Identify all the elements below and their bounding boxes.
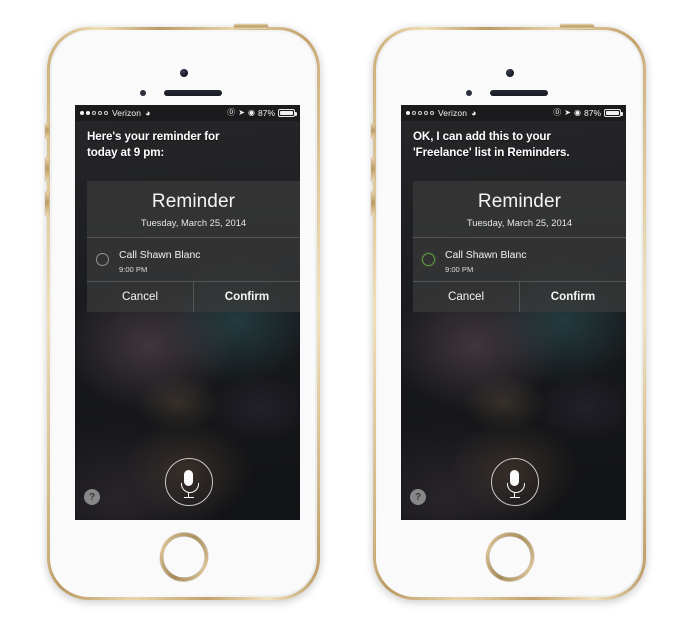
reminder-task-text: Call Shawn Blanc 9:00 PM [445,245,526,274]
reminder-card-title: Reminder [151,191,236,212]
volume-up-button[interactable] [371,157,375,182]
status-bar: Verizon ◕ ⓪ ➤ ◉ 87% [401,105,626,121]
reminder-task-row[interactable]: Call Shawn Blanc 9:00 PM [87,238,300,281]
alarm-clock-icon: ⓪ [227,108,236,117]
microphone-icon[interactable] [490,458,539,506]
earpiece-speaker [163,90,222,96]
status-bar-right-group: ⓪ ➤ ◉ 87% [227,108,297,118]
carrier-label: Verizon [112,108,142,118]
power-button[interactable] [560,24,594,29]
rotation-lock-icon: ◉ [248,108,255,117]
home-button[interactable] [159,533,208,581]
reminder-card-header: Reminder Tuesday, March 25, 2014 [413,181,626,237]
alarm-clock-icon: ⓪ [553,108,562,117]
siri-reply-text: Here's your reminder for today at 9 pm: [87,129,290,161]
confirm-button[interactable]: Confirm [519,281,626,312]
reminder-card: Reminder Tuesday, March 25, 2014 Call Sh… [413,181,626,312]
microphone-icon[interactable] [164,458,213,506]
help-button[interactable]: ? [84,489,100,505]
mute-switch-button[interactable] [45,123,49,139]
reminder-card-date: Tuesday, March 25, 2014 [140,216,247,228]
reminder-checkbox-icon[interactable] [96,252,109,266]
wifi-icon: ◕ [471,107,477,118]
signal-strength-dots-icon [406,111,434,115]
power-button[interactable] [234,24,268,29]
reminder-card-date: Tuesday, March 25, 2014 [466,216,573,228]
reminder-card-header: Reminder Tuesday, March 25, 2014 [87,181,300,237]
siri-reply-line-1: OK, I can add this to your [413,130,551,143]
battery-icon [604,109,623,117]
phone-screen-left[interactable]: Verizon ◕ ⓪ ➤ ◉ 87% Here's your reminder… [75,105,300,520]
reminder-card-title: Reminder [477,191,562,212]
volume-down-button[interactable] [45,191,49,216]
siri-reply-line-2: 'Freelance' list in Reminders. [413,145,570,159]
help-button[interactable]: ? [410,489,426,505]
battery-percent-label: 87% [583,108,601,118]
siri-reply-line-2: today at 9 pm: [87,145,165,159]
status-bar-right-group: ⓪ ➤ ◉ 87% [553,108,623,118]
reminder-task-name: Call Shawn Blanc [119,249,201,261]
rotation-lock-icon: ◉ [574,108,581,117]
reminder-task-name: Call Shawn Blanc [445,249,527,261]
signal-strength-dots-icon [80,111,108,115]
phone-screen-right[interactable]: Verizon ◕ ⓪ ➤ ◉ 87% OK, I can add this t… [401,105,626,520]
cancel-button[interactable]: Cancel [87,282,193,312]
reminder-task-row[interactable]: Call Shawn Blanc 9:00 PM [413,238,626,281]
reminder-card: Reminder Tuesday, March 25, 2014 Call Sh… [87,181,300,312]
phone-device-left: Verizon ◕ ⓪ ➤ ◉ 87% Here's your reminder… [45,24,320,600]
reminder-checkbox-icon[interactable] [422,252,435,266]
carrier-label: Verizon [438,108,468,118]
reminder-task-time: 9:00 PM [119,264,148,274]
location-arrow-icon: ➤ [564,108,571,117]
home-button[interactable] [485,533,534,581]
phone-device-right: Verizon ◕ ⓪ ➤ ◉ 87% OK, I can add this t… [371,24,646,600]
volume-up-button[interactable] [45,157,49,182]
siri-reply-text: OK, I can add this to your 'Freelance' l… [413,129,616,161]
siri-reply-line-1: Here's your reminder for [87,130,220,143]
front-camera-icon [505,69,514,77]
wifi-icon: ◕ [145,107,151,118]
reminder-card-actions: Cancel Confirm [413,281,626,312]
battery-percent-label: 87% [257,108,275,118]
screenshot-stage: Verizon ◕ ⓪ ➤ ◉ 87% Here's your reminder… [0,0,700,627]
cancel-button[interactable]: Cancel [413,282,519,312]
proximity-sensor-icon [465,90,472,96]
volume-down-button[interactable] [371,191,375,216]
confirm-button[interactable]: Confirm [193,281,300,312]
battery-icon [278,109,297,117]
reminder-task-text: Call Shawn Blanc 9:00 PM [119,245,200,274]
proximity-sensor-icon [139,90,146,96]
status-bar: Verizon ◕ ⓪ ➤ ◉ 87% [75,105,300,121]
front-camera-icon [179,69,188,77]
reminder-card-actions: Cancel Confirm [87,281,300,312]
earpiece-speaker [489,90,548,96]
reminder-task-time: 9:00 PM [445,264,474,274]
location-arrow-icon: ➤ [238,108,245,117]
mute-switch-button[interactable] [371,123,375,139]
